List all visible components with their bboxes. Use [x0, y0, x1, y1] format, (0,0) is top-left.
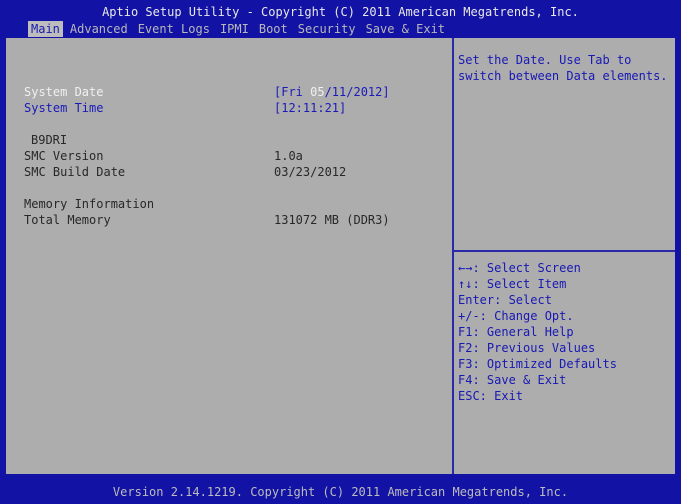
version-footer: Version 2.14.1219. Copyright (C) 2011 Am… [112, 485, 569, 499]
main-panel: System Date [Fri 05/11/2012] System Time… [6, 38, 675, 474]
system-time-label[interactable]: System Time [24, 100, 103, 116]
key-enter-select: Enter: Select [458, 293, 552, 307]
help-text: Set the Date. Use Tab to switch between … [458, 52, 670, 84]
tab-main[interactable]: Main [28, 21, 63, 37]
app-title: Aptio Setup Utility - Copyright (C) 2011… [102, 5, 579, 19]
smc-version-value: 1.0a [274, 149, 303, 163]
key-previous-values: F2: Previous Values [458, 341, 596, 355]
memory-section-label: Memory Information [24, 197, 155, 211]
help-text-line-2: switch between Data elements. [458, 69, 668, 83]
system-date-label[interactable]: System Date [24, 84, 103, 100]
tab-save-exit[interactable]: Save & Exit [363, 21, 448, 37]
tab-bar: Main Advanced Event Logs IPMI Boot Secur… [28, 21, 452, 37]
key-change-opt: +/-: Change Opt. [458, 309, 574, 323]
smc-build-date-value: 03/23/2012 [274, 165, 347, 179]
smc-build-date-label: SMC Build Date [24, 165, 126, 179]
system-date-selected-segment: 05 [310, 85, 325, 99]
system-date-suffix: /11/2012] [324, 85, 390, 99]
board-name: B9DRI [31, 133, 68, 147]
total-memory-label: Total Memory [24, 213, 111, 227]
system-date-field[interactable]: [Fri 05/11/2012] [274, 84, 390, 100]
help-pane: Set the Date. Use Tab to switch between … [454, 38, 675, 474]
key-save-exit: F4: Save & Exit [458, 373, 567, 387]
tab-ipmi[interactable]: IPMI [217, 21, 252, 37]
key-legend: ←→: Select Screen ↑↓: Select Item Enter:… [458, 260, 617, 404]
total-memory-value: 131072 MB (DDR3) [274, 213, 390, 227]
settings-pane: System Date [Fri 05/11/2012] System Time… [6, 38, 452, 474]
smc-version-label: SMC Version [24, 149, 104, 163]
horizontal-divider [454, 250, 675, 252]
tab-advanced[interactable]: Advanced [67, 21, 131, 37]
key-select-screen: ←→: Select Screen [458, 261, 581, 275]
key-esc-exit: ESC: Exit [458, 389, 524, 403]
key-optimized-defaults: F3: Optimized Defaults [458, 357, 617, 371]
tab-boot[interactable]: Boot [256, 21, 291, 37]
key-general-help: F1: General Help [458, 325, 574, 339]
key-select-item: ↑↓: Select Item [458, 277, 567, 291]
system-date-prefix: [Fri [274, 85, 311, 99]
tab-event-logs[interactable]: Event Logs [135, 21, 213, 37]
tab-security[interactable]: Security [295, 21, 359, 37]
help-text-line-1: Set the Date. Use Tab to [458, 53, 632, 67]
system-time-field[interactable]: [12:11:21] [274, 100, 346, 116]
